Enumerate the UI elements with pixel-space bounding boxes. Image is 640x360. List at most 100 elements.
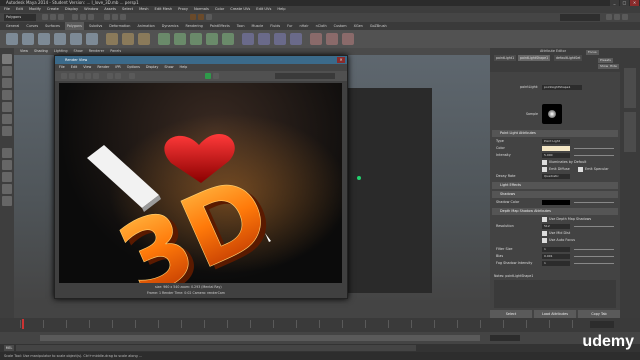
select-tool-icon[interactable] xyxy=(2,54,12,64)
rv-menu-edit[interactable]: Edit xyxy=(71,64,78,71)
new-scene-icon[interactable] xyxy=(42,14,48,20)
current-frame-marker[interactable] xyxy=(22,319,24,329)
section-light-effects[interactable]: Light Effects xyxy=(492,182,618,189)
shelf-tab-fur[interactable]: Fur xyxy=(285,22,294,30)
emit-specular-checkbox[interactable] xyxy=(578,167,583,172)
rotate-tool-icon[interactable] xyxy=(2,102,12,112)
command-input[interactable] xyxy=(16,345,416,351)
rv-menu-file[interactable]: File xyxy=(59,64,65,71)
toggle-attribute-editor-icon[interactable] xyxy=(606,14,612,20)
rgb-channels-icon[interactable] xyxy=(107,73,113,79)
menu-normals[interactable]: Normals xyxy=(194,6,209,13)
menu-display[interactable]: Display xyxy=(65,6,78,13)
poly-plane-icon[interactable] xyxy=(70,33,82,45)
shelf-tab-toon[interactable]: Toon xyxy=(235,22,247,30)
render-view-titlebar[interactable]: Render View ✕ xyxy=(55,56,347,64)
select-object-icon[interactable] xyxy=(80,14,86,20)
resolution-slider[interactable] xyxy=(574,226,614,227)
shelf-tab-gozbrush[interactable]: GoZBrush xyxy=(368,22,389,30)
shelf-tab-subdivs[interactable]: Subdivs xyxy=(87,22,104,30)
emit-diffuse-checkbox[interactable] xyxy=(542,167,547,172)
bias-slider[interactable] xyxy=(574,256,614,257)
uv-editor-icon[interactable] xyxy=(326,33,338,45)
bevel-icon[interactable] xyxy=(258,33,270,45)
paint-select-icon[interactable] xyxy=(2,78,12,88)
rv-menu-show[interactable]: Show xyxy=(164,64,173,71)
shelf-tab-xgen[interactable]: XGen xyxy=(352,22,365,30)
shadow-color-swatch[interactable] xyxy=(542,200,570,205)
range-bar[interactable] xyxy=(40,335,480,341)
graph-layout-icon[interactable] xyxy=(2,184,12,194)
menu-help[interactable]: Help xyxy=(277,6,285,13)
illum-default-checkbox[interactable] xyxy=(542,160,547,165)
color-swatch[interactable] xyxy=(542,146,570,151)
menu-edit-uvs[interactable]: Edit UVs xyxy=(256,6,271,13)
move-tool-icon[interactable] xyxy=(2,90,12,100)
split-polygon-icon[interactable] xyxy=(222,33,234,45)
rv-menu-display[interactable]: Display xyxy=(146,64,159,71)
planar-mapping-icon[interactable] xyxy=(310,33,322,45)
shelf-tab-deformation[interactable]: Deformation xyxy=(107,22,132,30)
notes-field[interactable] xyxy=(494,280,616,308)
open-scene-icon[interactable] xyxy=(50,14,56,20)
snapshot-icon[interactable] xyxy=(93,73,99,79)
side-tab-channel-box[interactable] xyxy=(624,112,636,152)
delete-edge-icon[interactable] xyxy=(290,33,302,45)
viewport-menu-shading[interactable]: Shading xyxy=(34,48,48,55)
menu-edit[interactable]: Edit xyxy=(16,6,23,13)
fog-field[interactable]: 1 xyxy=(542,261,570,266)
shelf-tab-surfaces[interactable]: Surfaces xyxy=(43,22,62,30)
tab-pointlightshape1[interactable]: pointLightShape1 xyxy=(518,55,551,61)
menu-edit-mesh[interactable]: Edit Mesh xyxy=(155,6,173,13)
snap-grid-icon[interactable] xyxy=(104,14,110,20)
lasso-tool-icon[interactable] xyxy=(2,66,12,76)
section-depth-map[interactable]: Depth Map Shadow Attributes xyxy=(492,208,618,215)
menu-file[interactable]: File xyxy=(4,6,10,13)
shelf-tab-custom[interactable]: Custom xyxy=(332,22,349,30)
select-hierarchy-icon[interactable] xyxy=(72,14,78,20)
mode-selector[interactable]: Polygons xyxy=(4,14,36,21)
toggle-channel-box-icon[interactable] xyxy=(622,14,628,20)
tab-pointlight1[interactable]: pointLight1 xyxy=(494,55,517,61)
outliner-layout-icon[interactable] xyxy=(2,172,12,182)
decay-dropdown[interactable]: Quadratic xyxy=(542,174,570,179)
save-scene-icon[interactable] xyxy=(58,14,64,20)
hide-button[interactable]: Hide xyxy=(608,64,619,69)
redo-render-icon[interactable] xyxy=(61,73,67,79)
smooth-icon[interactable] xyxy=(158,33,170,45)
select-component-icon[interactable] xyxy=(88,14,94,20)
shelf-tab-nhair[interactable]: nHair xyxy=(297,22,310,30)
viewport-menu-view[interactable]: View xyxy=(20,48,28,55)
extrude-icon[interactable] xyxy=(174,33,186,45)
light-locator-marker[interactable] xyxy=(357,176,361,180)
insert-edge-loop-icon[interactable] xyxy=(242,33,254,45)
use-depth-checkbox[interactable] xyxy=(542,217,547,222)
combine-icon[interactable] xyxy=(106,33,118,45)
zoom-1to1-icon[interactable] xyxy=(129,73,135,79)
filter-slider[interactable] xyxy=(574,249,614,250)
color-slider[interactable] xyxy=(574,148,614,149)
bridge-icon[interactable] xyxy=(190,33,202,45)
keep-image-icon[interactable] xyxy=(205,73,211,79)
rv-menu-options[interactable]: Options xyxy=(127,64,140,71)
poly-cylinder-icon[interactable] xyxy=(38,33,50,45)
sculpt-icon[interactable] xyxy=(342,33,354,45)
menu-select[interactable]: Select xyxy=(122,6,133,13)
viewport-menu-show[interactable]: Show xyxy=(74,48,83,55)
shelf-tab-painteffects[interactable]: PaintEffects xyxy=(208,22,232,30)
tab-defaultlightset[interactable]: defaultLightSet xyxy=(554,55,583,61)
section-point-light[interactable]: Point Light Attributes xyxy=(492,130,618,137)
shelf-tab-fluids[interactable]: Fluids xyxy=(268,22,282,30)
time-slider[interactable] xyxy=(0,318,640,332)
type-dropdown[interactable]: Point Light xyxy=(542,139,570,144)
ipr-icon[interactable] xyxy=(69,73,75,79)
viewport-menu-renderer[interactable]: Renderer xyxy=(89,48,104,55)
image-slider[interactable] xyxy=(275,73,335,79)
shelf-tab-rendering[interactable]: Rendering xyxy=(183,22,204,30)
bias-field[interactable]: 0.001 xyxy=(542,254,570,259)
render-frame-icon[interactable] xyxy=(190,14,196,20)
separate-icon[interactable] xyxy=(122,33,134,45)
quick-select-field[interactable] xyxy=(560,14,600,21)
snap-curve-icon[interactable] xyxy=(112,14,118,20)
use-mid-checkbox[interactable] xyxy=(542,231,547,236)
